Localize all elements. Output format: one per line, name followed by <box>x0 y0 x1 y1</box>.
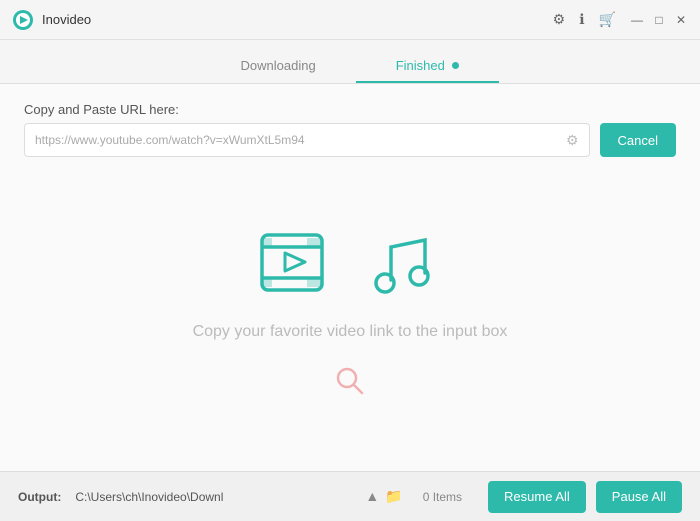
url-section: Copy and Paste URL here: https://www.you… <box>24 102 676 157</box>
close-button[interactable]: ✕ <box>674 13 688 27</box>
main-content: Copy and Paste URL here: https://www.you… <box>0 84 700 471</box>
app-title: Inovideo <box>42 12 553 27</box>
settings-icon[interactable]: ⚙ <box>553 11 566 28</box>
window-controls: — □ ✕ <box>630 13 688 27</box>
empty-text: Copy your favorite video link to the inp… <box>193 323 508 341</box>
empty-icons <box>257 225 443 305</box>
upload-icon[interactable]: ▲ <box>365 488 379 505</box>
small-search-icon <box>332 363 368 404</box>
folder-icon[interactable]: 📁 <box>385 488 402 505</box>
url-label: Copy and Paste URL here: <box>24 102 676 117</box>
url-input-row: https://www.youtube.com/watch?v=xWumXtL5… <box>24 123 676 157</box>
maximize-button[interactable]: □ <box>652 13 666 27</box>
url-input[interactable]: https://www.youtube.com/watch?v=xWumXtL5… <box>35 133 566 147</box>
film-icon <box>257 225 347 305</box>
minimize-button[interactable]: — <box>630 13 644 27</box>
title-bar-icons: ⚙ ℹ 🛒 <box>553 11 616 28</box>
output-icons: ▲ 📁 <box>365 488 402 505</box>
bottom-bar: Output: C:\Users\ch\Inovideo\Downl ▲ 📁 0… <box>0 471 700 521</box>
items-count: 0 Items <box>423 490 462 504</box>
tab-finished[interactable]: Finished <box>356 50 500 83</box>
music-icon <box>363 225 443 305</box>
output-label: Output: <box>18 490 61 504</box>
tab-dot <box>452 62 459 69</box>
cart-icon[interactable]: 🛒 <box>599 11 616 28</box>
cancel-button[interactable]: Cancel <box>600 123 676 157</box>
title-bar: Inovideo ⚙ ℹ 🛒 — □ ✕ <box>0 0 700 40</box>
empty-state: Copy your favorite video link to the inp… <box>24 169 676 459</box>
tab-downloading[interactable]: Downloading <box>201 50 356 83</box>
info-icon[interactable]: ℹ <box>579 11 584 28</box>
app-logo <box>12 9 34 31</box>
tab-bar: Downloading Finished <box>0 40 700 84</box>
url-input-wrap[interactable]: https://www.youtube.com/watch?v=xWumXtL5… <box>24 123 590 157</box>
resume-all-button[interactable]: Resume All <box>488 481 586 513</box>
pause-all-button[interactable]: Pause All <box>596 481 682 513</box>
output-path: C:\Users\ch\Inovideo\Downl <box>75 490 355 504</box>
loading-spinner: ⚙ <box>566 132 579 149</box>
